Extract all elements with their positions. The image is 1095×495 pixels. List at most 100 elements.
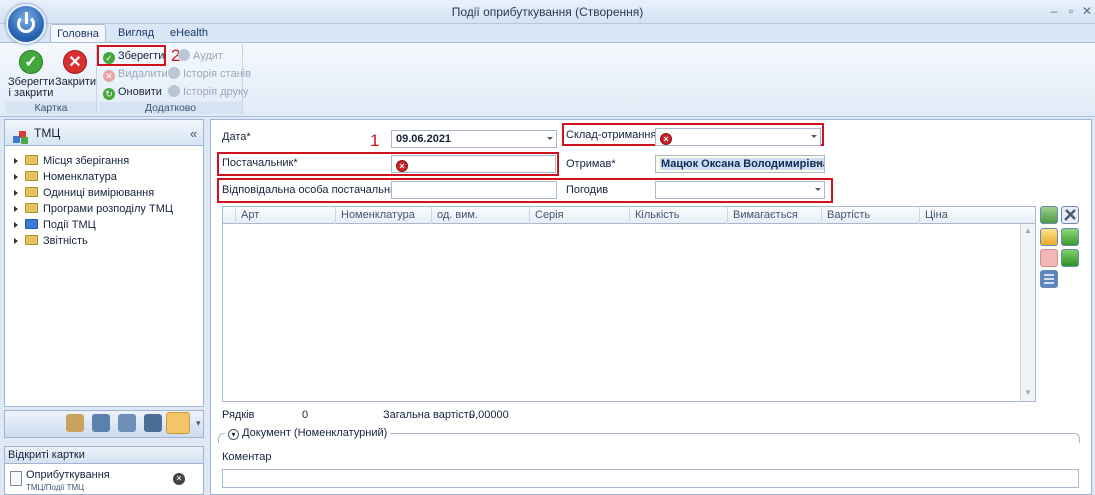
- expand-icon[interactable]: [14, 174, 18, 180]
- chevron-down-icon[interactable]: [815, 188, 821, 191]
- tree-item-storage-places[interactable]: Місця зберігання: [14, 153, 129, 169]
- column-header[interactable]: Ціна: [919, 207, 1019, 224]
- comment-field[interactable]: [222, 469, 1079, 488]
- error-icon: ×: [396, 160, 408, 172]
- close-icon: ✕: [63, 50, 87, 74]
- delete-button[interactable]: ✕ Видалити: [103, 66, 168, 82]
- expand-icon[interactable]: [14, 190, 18, 196]
- document-section-label: Документ (Номенклатурний): [242, 427, 388, 439]
- close-card-icon[interactable]: ✕: [173, 473, 185, 485]
- ribbon-group-label: Додатково: [99, 102, 242, 114]
- history-icon: [168, 67, 180, 79]
- audit-button[interactable]: Аудит: [168, 48, 223, 64]
- status-history-label: Історія станів: [183, 68, 252, 80]
- expand-circle-icon: ▾: [228, 429, 239, 440]
- close-window-button[interactable]: ✕: [1080, 4, 1094, 18]
- open-card-subtitle: ТМЦ/Події ТМЦ: [26, 483, 85, 492]
- delete-icon: ✕: [103, 70, 115, 82]
- expand-icon[interactable]: [14, 222, 18, 228]
- restore-button[interactable]: ▫: [1064, 4, 1078, 18]
- module-menu-arrow[interactable]: ▾: [196, 418, 201, 429]
- items-grid[interactable]: [222, 206, 1036, 402]
- tab-view[interactable]: Вигляд: [112, 24, 160, 42]
- app-menu-button[interactable]: [6, 4, 46, 44]
- home-module-icon[interactable]: [144, 414, 162, 432]
- warehouse-field[interactable]: ×: [655, 128, 821, 146]
- tree-item-units[interactable]: Одиниці вимірювання: [14, 185, 154, 201]
- date-label: Дата*: [222, 131, 251, 143]
- responsible-field[interactable]: [391, 181, 557, 199]
- received-field[interactable]: Мацюк Оксана Володимирівна: [655, 155, 825, 173]
- error-icon: ×: [660, 133, 672, 145]
- users-module-icon[interactable]: [66, 414, 84, 432]
- tmc-icon: [13, 127, 28, 144]
- expand-icon[interactable]: [14, 238, 18, 244]
- document-section-toggle[interactable]: ▾ Документ (Номенклатурний): [225, 427, 391, 440]
- annotation-number-1: 1: [370, 131, 380, 150]
- tree-item-label: Одиниці вимірювання: [43, 187, 155, 199]
- folder-icon: [25, 155, 38, 165]
- tree-item-events[interactable]: Події ТМЦ: [14, 217, 96, 233]
- responsible-label: Відповідальна особа постачальника: [222, 184, 408, 196]
- tab-ehealth[interactable]: eHealth: [165, 24, 213, 42]
- calendar-module-icon[interactable]: [118, 414, 136, 432]
- tree-item-nomenclature[interactable]: Номенклатура: [14, 169, 117, 185]
- warehouse-label: Склад-отримання*: [566, 129, 661, 141]
- rows-count-value: 0: [302, 409, 309, 421]
- column-header[interactable]: Номенклатура: [335, 207, 431, 224]
- column-header[interactable]: Арт: [235, 207, 335, 224]
- minimize-button[interactable]: –: [1047, 4, 1061, 18]
- grid-header: Арт Номенклатура од. вим. Серія Кількіст…: [222, 206, 1036, 224]
- print-history-label: Історія друку: [183, 86, 249, 98]
- date-field[interactable]: 09.06.2021: [391, 130, 557, 148]
- tree-item-distribution-programs[interactable]: Програми розподілу ТМЦ: [14, 201, 173, 217]
- chevron-down-icon[interactable]: [547, 137, 553, 140]
- expand-icon[interactable]: [14, 158, 18, 164]
- print-history-button[interactable]: Історія друку: [168, 84, 249, 100]
- approved-label: Погодив: [566, 184, 609, 196]
- copy-row-icon[interactable]: [1061, 228, 1079, 246]
- column-header[interactable]: од. вим.: [431, 207, 529, 224]
- open-card-title[interactable]: Оприбуткування: [26, 469, 110, 481]
- close-button[interactable]: ✕ Закрити: [55, 50, 96, 88]
- tools-icon[interactable]: [1061, 206, 1079, 224]
- scroll-down-icon[interactable]: ▼: [1024, 388, 1032, 397]
- audit-label: Аудит: [193, 50, 223, 62]
- column-header[interactable]: Кількість: [629, 207, 727, 224]
- received-value: Мацюк Оксана Володимирівна: [660, 158, 824, 170]
- save-and-close-label: Зберегти і закрити: [8, 76, 55, 99]
- list-view-icon[interactable]: [1040, 270, 1058, 288]
- save-button[interactable]: ✓ Зберегти: [103, 48, 164, 64]
- tree-item-label: Номенклатура: [43, 171, 117, 183]
- save-check-icon: ✓: [103, 52, 115, 64]
- approved-field[interactable]: [655, 181, 825, 199]
- supplier-field[interactable]: ×: [391, 155, 556, 173]
- grid-scrollbar[interactable]: ▲ ▼: [1020, 224, 1035, 401]
- chevron-down-icon[interactable]: [811, 135, 817, 138]
- tab-home[interactable]: Головна: [50, 24, 106, 42]
- status-history-button[interactable]: Історія станів: [168, 66, 251, 82]
- patients-module-icon[interactable]: [92, 414, 110, 432]
- scroll-up-icon[interactable]: ▲: [1024, 226, 1032, 235]
- delete-row-icon[interactable]: [1040, 249, 1058, 267]
- add-row-icon[interactable]: [1040, 206, 1058, 224]
- refresh-button[interactable]: ↻ Оновити: [103, 84, 162, 100]
- column-header[interactable]: Вартість: [821, 207, 919, 224]
- chevron-down-icon[interactable]: [815, 162, 821, 165]
- export-icon[interactable]: [1061, 249, 1079, 267]
- collapse-panel-button[interactable]: «: [190, 120, 197, 147]
- column-header[interactable]: Серія: [529, 207, 629, 224]
- total-cost-label: Загальна вартість: [383, 409, 475, 421]
- column-header[interactable]: Вимагається: [727, 207, 821, 224]
- tmc-module-icon[interactable]: [166, 412, 190, 434]
- delete-label: Видалити: [118, 68, 168, 80]
- refresh-icon: ↻: [103, 88, 115, 100]
- save-and-close-button[interactable]: ✓ Зберегти і закрити: [8, 50, 54, 99]
- tree-item-reports[interactable]: Звітність: [14, 233, 88, 249]
- expand-icon[interactable]: [14, 206, 18, 212]
- edit-row-icon[interactable]: [1040, 228, 1058, 246]
- supplier-label: Постачальник*: [222, 157, 298, 169]
- date-value: 09.06.2021: [396, 133, 452, 145]
- folder-icon: [25, 235, 38, 245]
- tree-item-label: Програми розподілу ТМЦ: [43, 203, 173, 215]
